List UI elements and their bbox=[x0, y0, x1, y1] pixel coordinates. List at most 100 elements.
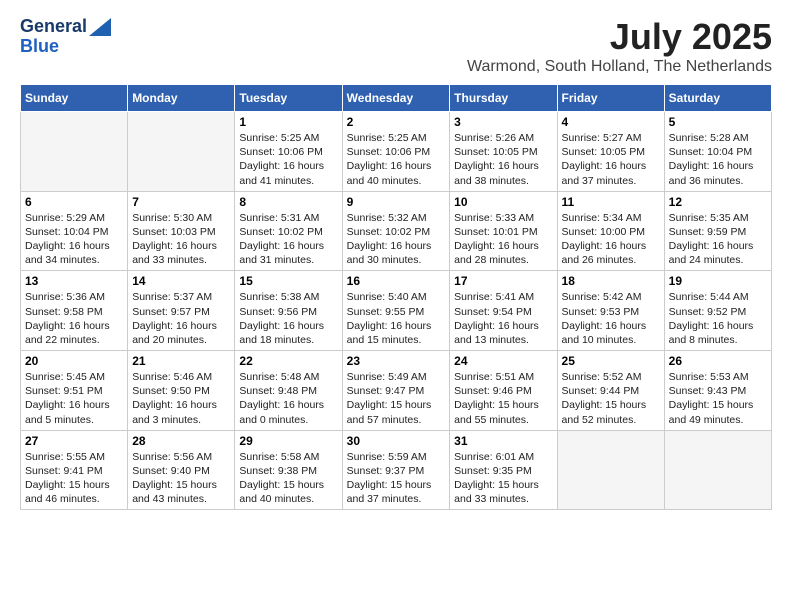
day-number: 30 bbox=[347, 434, 446, 448]
day-number: 7 bbox=[132, 195, 230, 209]
day-number: 9 bbox=[347, 195, 446, 209]
calendar-cell: 23 Sunrise: 5:49 AM Sunset: 9:47 PM Dayli… bbox=[342, 351, 450, 431]
calendar-cell bbox=[128, 112, 235, 192]
day-info: Sunrise: 5:45 AM Sunset: 9:51 PM Dayligh… bbox=[25, 370, 123, 427]
weekday-header: Monday bbox=[128, 85, 235, 112]
calendar-header-row: SundayMondayTuesdayWednesdayThursdayFrid… bbox=[21, 85, 772, 112]
calendar-cell: 7 Sunrise: 5:30 AM Sunset: 10:03 PM Dayli… bbox=[128, 191, 235, 271]
calendar-cell: 29 Sunrise: 5:58 AM Sunset: 9:38 PM Dayli… bbox=[235, 430, 342, 510]
day-info: Sunrise: 5:40 AM Sunset: 9:55 PM Dayligh… bbox=[347, 290, 446, 347]
day-number: 15 bbox=[239, 274, 337, 288]
day-number: 8 bbox=[239, 195, 337, 209]
day-number: 23 bbox=[347, 354, 446, 368]
logo: General Blue bbox=[20, 16, 111, 57]
calendar-cell: 9 Sunrise: 5:32 AM Sunset: 10:02 PM Dayli… bbox=[342, 191, 450, 271]
day-info: Sunrise: 5:37 AM Sunset: 9:57 PM Dayligh… bbox=[132, 290, 230, 347]
day-info: Sunrise: 5:46 AM Sunset: 9:50 PM Dayligh… bbox=[132, 370, 230, 427]
day-number: 22 bbox=[239, 354, 337, 368]
day-info: Sunrise: 5:30 AM Sunset: 10:03 PM Daylig… bbox=[132, 211, 230, 268]
logo-line2: Blue bbox=[20, 36, 111, 58]
calendar-cell: 8 Sunrise: 5:31 AM Sunset: 10:02 PM Dayli… bbox=[235, 191, 342, 271]
day-info: Sunrise: 5:52 AM Sunset: 9:44 PM Dayligh… bbox=[562, 370, 660, 427]
day-number: 25 bbox=[562, 354, 660, 368]
day-info: Sunrise: 6:01 AM Sunset: 9:35 PM Dayligh… bbox=[454, 450, 552, 507]
calendar-cell: 22Sunrise: 5:48 AM Sunset: 9:48 PM Dayli… bbox=[235, 351, 342, 431]
day-info: Sunrise: 5:53 AM Sunset: 9:43 PM Dayligh… bbox=[669, 370, 767, 427]
day-info: Sunrise: 5:51 AM Sunset: 9:46 PM Dayligh… bbox=[454, 370, 552, 427]
calendar-cell: 17Sunrise: 5:41 AM Sunset: 9:54 PM Dayli… bbox=[450, 271, 557, 351]
weekday-header: Tuesday bbox=[235, 85, 342, 112]
day-number: 17 bbox=[454, 274, 552, 288]
calendar-cell bbox=[21, 112, 128, 192]
calendar-cell: 18Sunrise: 5:42 AM Sunset: 9:53 PM Dayli… bbox=[557, 271, 664, 351]
day-number: 12 bbox=[669, 195, 767, 209]
calendar-table: SundayMondayTuesdayWednesdayThursdayFrid… bbox=[20, 84, 772, 510]
page-container: General Blue July 2025 Warmond, South Ho… bbox=[0, 0, 792, 526]
calendar-cell: 24 Sunrise: 5:51 AM Sunset: 9:46 PM Dayli… bbox=[450, 351, 557, 431]
calendar-cell: 10 Sunrise: 5:33 AM Sunset: 10:01 PM Dayl… bbox=[450, 191, 557, 271]
calendar-week-row: 20 Sunrise: 5:45 AM Sunset: 9:51 PM Dayli… bbox=[21, 351, 772, 431]
day-info: Sunrise: 5:25 AM Sunset: 10:06 PM Daylig… bbox=[239, 131, 337, 188]
day-info: Sunrise: 5:33 AM Sunset: 10:01 PM Daylig… bbox=[454, 211, 552, 268]
calendar-cell: 30Sunrise: 5:59 AM Sunset: 9:37 PM Dayli… bbox=[342, 430, 450, 510]
day-info: Sunrise: 5:26 AM Sunset: 10:05 PM Daylig… bbox=[454, 131, 552, 188]
month-title: July 2025 bbox=[467, 16, 772, 58]
calendar-cell: 13 Sunrise: 5:36 AM Sunset: 9:58 PM Dayli… bbox=[21, 271, 128, 351]
calendar-cell: 26Sunrise: 5:53 AM Sunset: 9:43 PM Dayli… bbox=[664, 351, 771, 431]
day-number: 29 bbox=[239, 434, 337, 448]
day-number: 4 bbox=[562, 115, 660, 129]
day-info: Sunrise: 5:44 AM Sunset: 9:52 PM Dayligh… bbox=[669, 290, 767, 347]
day-info: Sunrise: 5:34 AM Sunset: 10:00 PM Daylig… bbox=[562, 211, 660, 268]
day-info: Sunrise: 5:35 AM Sunset: 9:59 PM Dayligh… bbox=[669, 211, 767, 268]
day-info: Sunrise: 5:28 AM Sunset: 10:04 PM Daylig… bbox=[669, 131, 767, 188]
calendar-cell: 11 Sunrise: 5:34 AM Sunset: 10:00 PM Dayl… bbox=[557, 191, 664, 271]
calendar-cell: 1Sunrise: 5:25 AM Sunset: 10:06 PM Dayli… bbox=[235, 112, 342, 192]
calendar-cell: 15Sunrise: 5:38 AM Sunset: 9:56 PM Dayli… bbox=[235, 271, 342, 351]
calendar-cell: 14Sunrise: 5:37 AM Sunset: 9:57 PM Dayli… bbox=[128, 271, 235, 351]
calendar-cell: 27Sunrise: 5:55 AM Sunset: 9:41 PM Dayli… bbox=[21, 430, 128, 510]
day-number: 5 bbox=[669, 115, 767, 129]
day-number: 24 bbox=[454, 354, 552, 368]
day-info: Sunrise: 5:25 AM Sunset: 10:06 PM Daylig… bbox=[347, 131, 446, 188]
calendar-cell: 28 Sunrise: 5:56 AM Sunset: 9:40 PM Dayli… bbox=[128, 430, 235, 510]
day-number: 11 bbox=[562, 195, 660, 209]
calendar-week-row: 6Sunrise: 5:29 AM Sunset: 10:04 PM Dayli… bbox=[21, 191, 772, 271]
day-number: 3 bbox=[454, 115, 552, 129]
day-info: Sunrise: 5:49 AM Sunset: 9:47 PM Dayligh… bbox=[347, 370, 446, 427]
day-number: 16 bbox=[347, 274, 446, 288]
day-info: Sunrise: 5:32 AM Sunset: 10:02 PM Daylig… bbox=[347, 211, 446, 268]
calendar-cell: 5 Sunrise: 5:28 AM Sunset: 10:04 PM Dayli… bbox=[664, 112, 771, 192]
calendar-cell: 25 Sunrise: 5:52 AM Sunset: 9:44 PM Dayli… bbox=[557, 351, 664, 431]
logo-icon bbox=[89, 18, 111, 36]
day-number: 21 bbox=[132, 354, 230, 368]
day-number: 18 bbox=[562, 274, 660, 288]
calendar-cell bbox=[664, 430, 771, 510]
day-number: 10 bbox=[454, 195, 552, 209]
weekday-header: Thursday bbox=[450, 85, 557, 112]
day-info: Sunrise: 5:31 AM Sunset: 10:02 PM Daylig… bbox=[239, 211, 337, 268]
calendar-cell: 21 Sunrise: 5:46 AM Sunset: 9:50 PM Dayli… bbox=[128, 351, 235, 431]
calendar-cell: 19 Sunrise: 5:44 AM Sunset: 9:52 PM Dayli… bbox=[664, 271, 771, 351]
header: General Blue July 2025 Warmond, South Ho… bbox=[20, 16, 772, 76]
day-number: 2 bbox=[347, 115, 446, 129]
weekday-header: Friday bbox=[557, 85, 664, 112]
day-number: 6 bbox=[25, 195, 123, 209]
day-info: Sunrise: 5:56 AM Sunset: 9:40 PM Dayligh… bbox=[132, 450, 230, 507]
weekday-header: Wednesday bbox=[342, 85, 450, 112]
weekday-header: Saturday bbox=[664, 85, 771, 112]
calendar-cell: 6Sunrise: 5:29 AM Sunset: 10:04 PM Dayli… bbox=[21, 191, 128, 271]
day-number: 20 bbox=[25, 354, 123, 368]
title-block: July 2025 Warmond, South Holland, The Ne… bbox=[467, 16, 772, 76]
day-info: Sunrise: 5:58 AM Sunset: 9:38 PM Dayligh… bbox=[239, 450, 337, 507]
day-number: 27 bbox=[25, 434, 123, 448]
logo-line1: General bbox=[20, 16, 87, 36]
day-number: 13 bbox=[25, 274, 123, 288]
calendar-cell: 31Sunrise: 6:01 AM Sunset: 9:35 PM Dayli… bbox=[450, 430, 557, 510]
day-number: 19 bbox=[669, 274, 767, 288]
day-number: 28 bbox=[132, 434, 230, 448]
calendar-week-row: 1Sunrise: 5:25 AM Sunset: 10:06 PM Dayli… bbox=[21, 112, 772, 192]
day-info: Sunrise: 5:36 AM Sunset: 9:58 PM Dayligh… bbox=[25, 290, 123, 347]
logo-text: General bbox=[20, 16, 111, 38]
calendar-cell bbox=[557, 430, 664, 510]
calendar-cell: 2 Sunrise: 5:25 AM Sunset: 10:06 PM Dayli… bbox=[342, 112, 450, 192]
